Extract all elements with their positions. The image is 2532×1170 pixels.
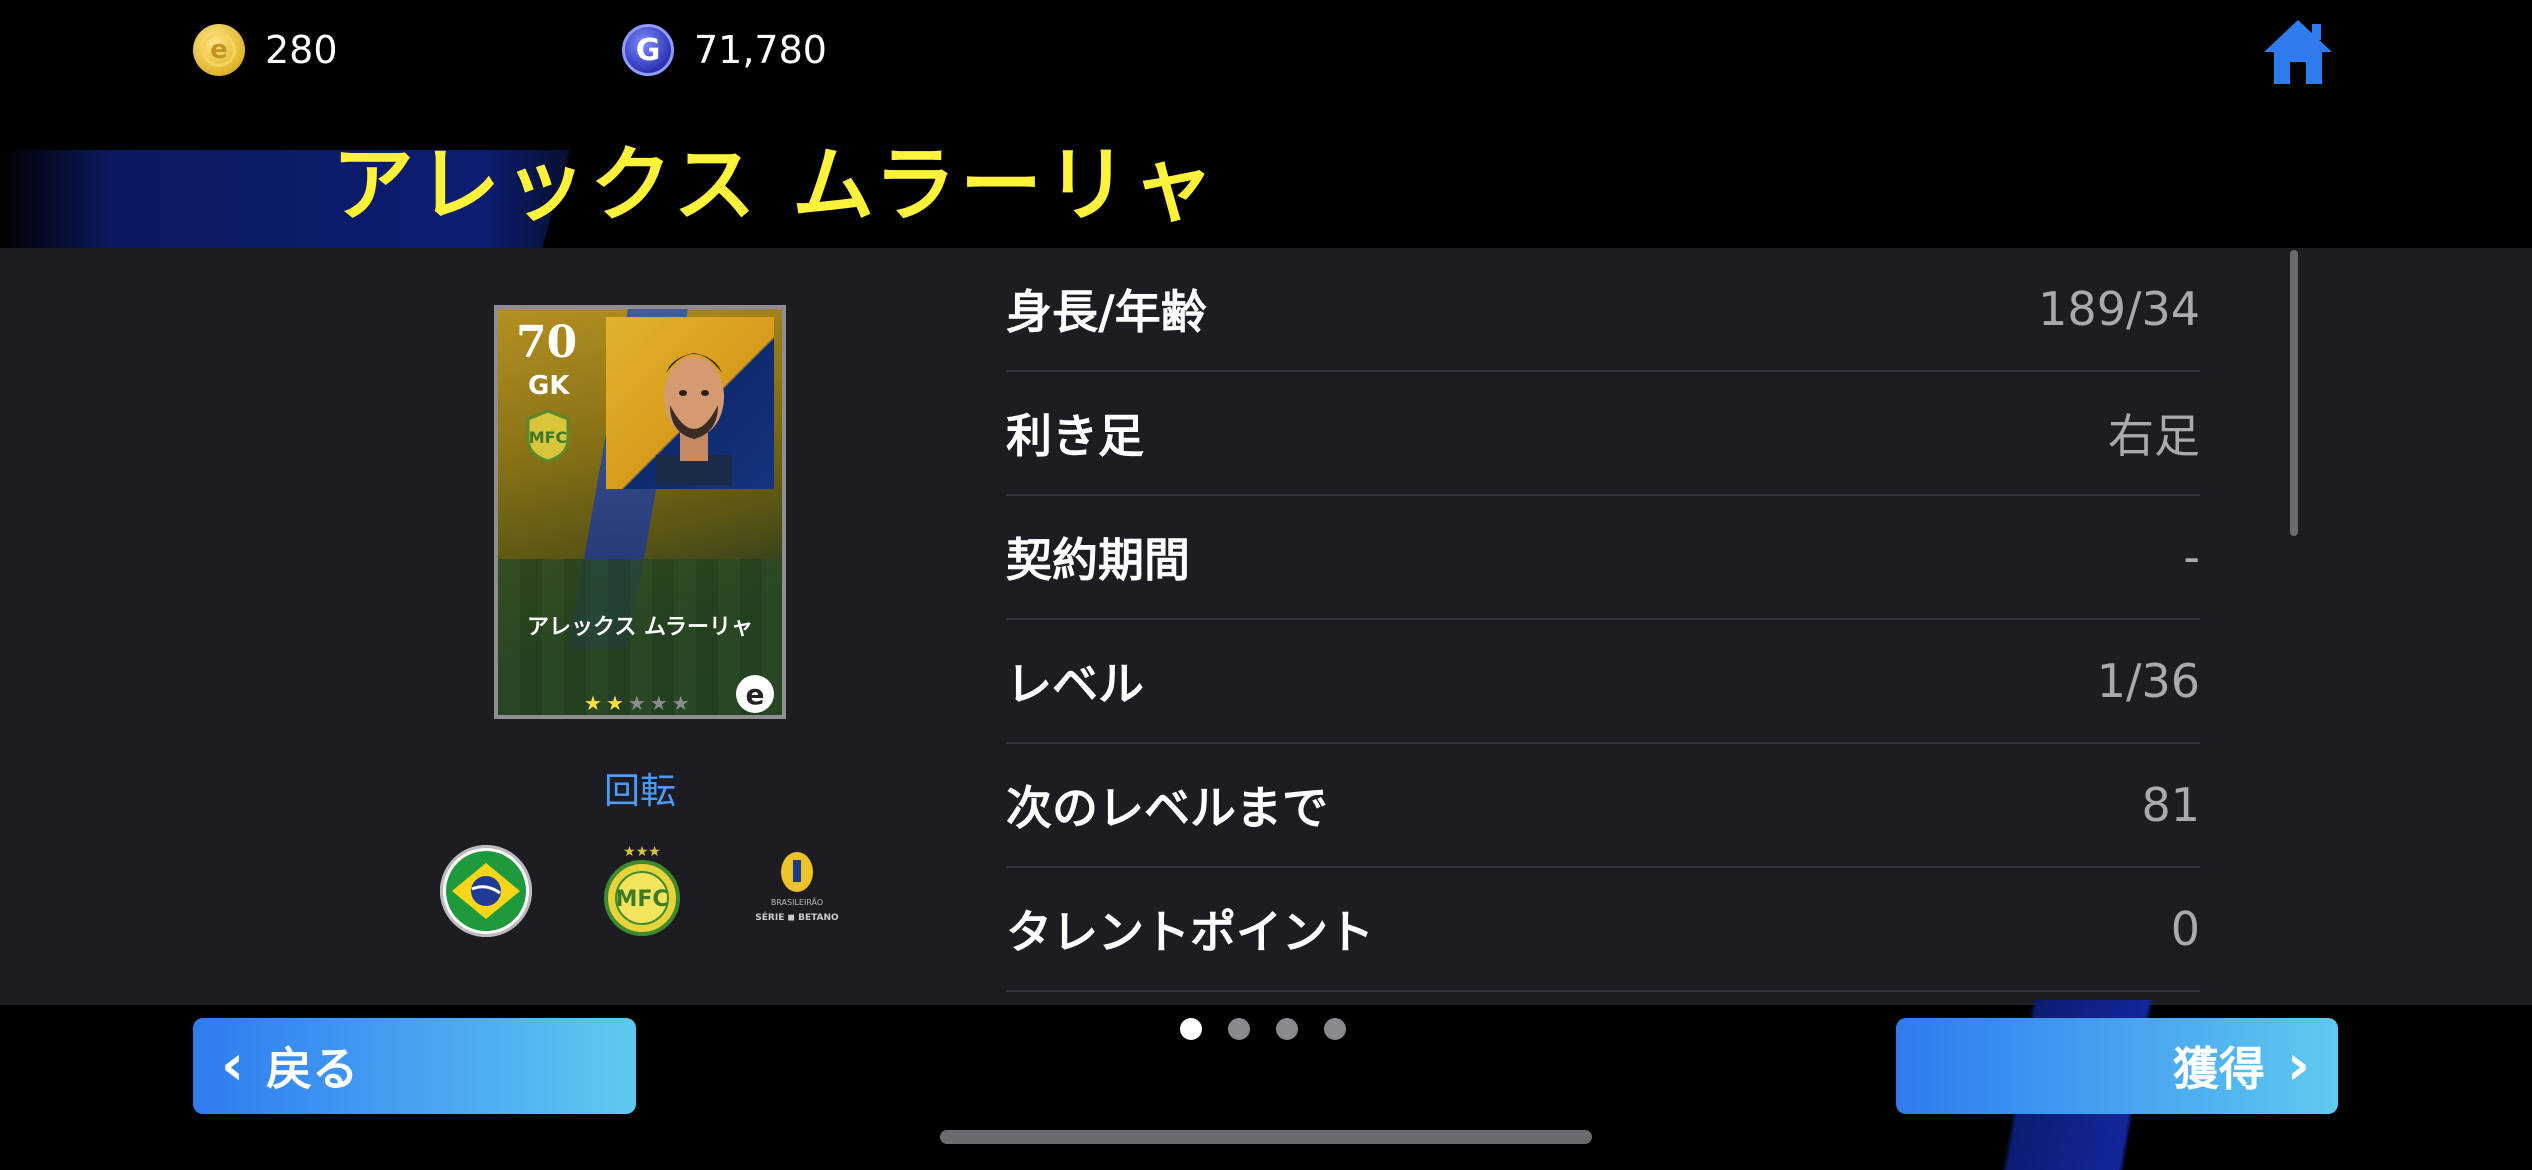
stat-label: 利き足 [1006, 409, 1144, 463]
stat-row-foot: 利き足 右足 [1006, 372, 2200, 496]
card-position: GK [528, 371, 570, 401]
page-dot[interactable] [1324, 1018, 1346, 1040]
stat-label: タレントポイント [1006, 905, 1374, 959]
star-empty-icon: ★ [671, 691, 694, 715]
card-rating: 70 [516, 317, 578, 368]
stat-label: レベル [1006, 657, 1144, 711]
page-dot-active[interactable] [1180, 1018, 1202, 1040]
stat-value: 0 [2170, 902, 2200, 956]
back-button-label: 戻る [266, 1042, 359, 1096]
star-icon: ★ [605, 691, 628, 715]
home-indicator[interactable] [940, 1130, 1592, 1144]
player-card[interactable]: 70 GK MFC アレックス ムラーリャ ★★★★★ e [494, 305, 786, 719]
stat-label: 契約期間 [1006, 533, 1190, 587]
stat-label: 身長/年齢 [1006, 285, 1207, 339]
card-club-crest-icon: MFC [526, 409, 570, 463]
svg-text:BRASILEIRÃO: BRASILEIRÃO [771, 897, 823, 907]
player-face-icon [656, 353, 732, 485]
svg-text:MFC: MFC [615, 887, 668, 912]
coin-icon: e [193, 24, 245, 76]
coin-balance: e 280 [193, 22, 338, 78]
stat-row-height-age: 身長/年齢 189/34 [1006, 248, 2200, 372]
stat-label: 次のレベルまで [1006, 781, 1328, 835]
stat-row-contract: 契約期間 - [1006, 496, 2200, 620]
star-icon: ★ [584, 691, 606, 715]
chevron-left-icon: ‹ [221, 1033, 245, 1098]
club-crest-icon[interactable]: ★★★ MFC [600, 842, 684, 936]
stat-value: 右足 [2108, 409, 2200, 463]
stat-value: - [2183, 530, 2200, 584]
coin-amount: 280 [265, 28, 338, 72]
svg-text:SÉRIE ◼ BETANO: SÉRIE ◼ BETANO [755, 911, 839, 923]
stat-value: 1/36 [2096, 654, 2200, 708]
back-button[interactable]: ‹ 戻る [193, 1018, 636, 1114]
stat-row-next-level: 次のレベルまで 81 [1006, 744, 2200, 868]
gp-balance: G 71,780 [622, 22, 827, 78]
star-empty-icon: ★ [627, 691, 650, 715]
stat-value: 189/34 [2038, 282, 2200, 336]
page-dot[interactable] [1276, 1018, 1298, 1040]
rotate-card-button[interactable]: 回転 [560, 762, 720, 814]
svg-text:★★★: ★★★ [623, 844, 661, 860]
acquire-button-label: 獲得 [2172, 1042, 2265, 1096]
gp-coin-icon: G [622, 24, 674, 76]
league-badge-icon[interactable]: BRASILEIRÃO SÉRIE ◼ BETANO [752, 850, 842, 930]
acquire-button[interactable]: 獲得 › [1896, 1018, 2338, 1114]
home-button[interactable] [2260, 14, 2336, 90]
stats-scrollbar[interactable] [2290, 250, 2298, 536]
stat-row-level: レベル 1/36 [1006, 620, 2200, 744]
nationality-flag-icon[interactable] [440, 845, 532, 937]
player-photo [606, 317, 774, 489]
player-stats-list: 身長/年齢 189/34 利き足 右足 契約期間 - レベル 1/36 次のレベ… [1006, 248, 2200, 992]
card-player-name: アレックス ムラーリャ [527, 615, 753, 640]
page-dot[interactable] [1228, 1018, 1250, 1040]
efootball-logo-icon: e [736, 675, 774, 713]
stat-value: 81 [2141, 778, 2200, 832]
gp-amount: 71,780 [694, 28, 827, 72]
page-title: アレックス ムラーリャ [332, 138, 1218, 233]
stat-row-talent-points: タレントポイント 0 [1006, 868, 2200, 992]
chevron-right-icon: › [2286, 1033, 2310, 1098]
svg-text:MFC: MFC [529, 428, 568, 447]
card-stars: ★★★★★ [584, 691, 694, 715]
star-empty-icon: ★ [649, 691, 672, 715]
page-indicator [1180, 1018, 1346, 1040]
home-icon [2264, 20, 2332, 84]
